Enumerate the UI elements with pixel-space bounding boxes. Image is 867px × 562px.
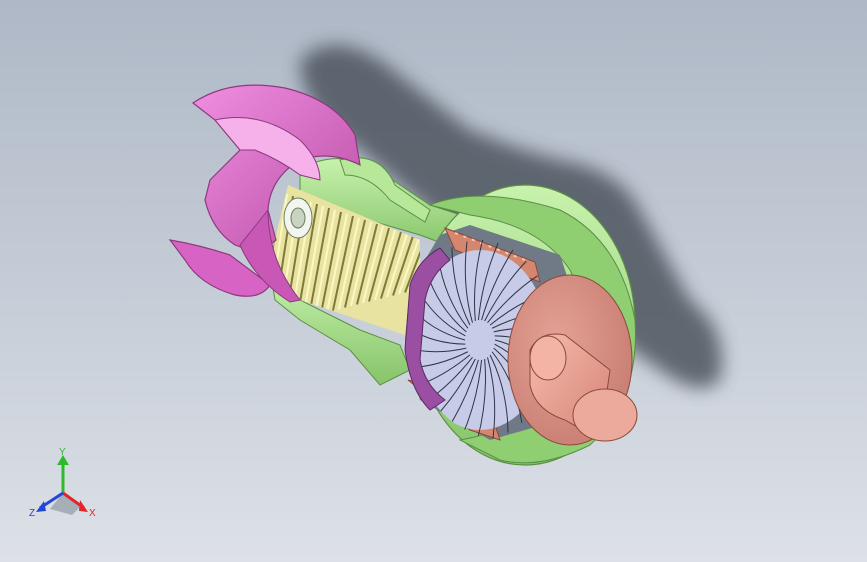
- engine-model-scene[interactable]: [0, 0, 867, 562]
- graphics-viewport[interactable]: Y X Z: [0, 0, 867, 562]
- compressor-front-disc[interactable]: [283, 197, 313, 239]
- y-axis-label: Y: [59, 447, 66, 458]
- coordinate-triad: Y X Z: [29, 447, 96, 519]
- z-axis-label: Z: [29, 508, 35, 519]
- x-axis-label: X: [89, 508, 96, 519]
- y-axis-arrow: [57, 455, 69, 493]
